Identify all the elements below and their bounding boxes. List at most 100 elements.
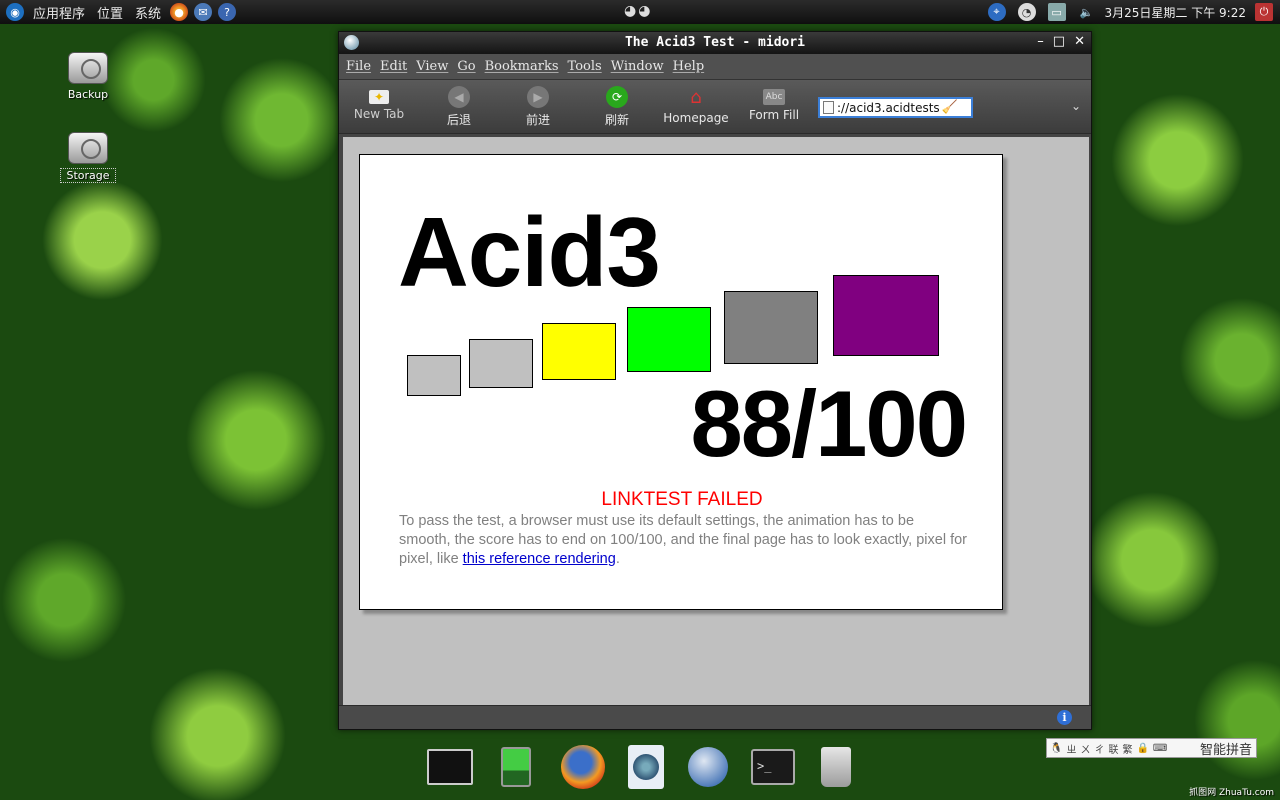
system-monitor-icon (427, 749, 473, 785)
system-menu[interactable]: 系统 (129, 0, 167, 24)
homepage-button[interactable]: ⌂ Homepage (660, 86, 732, 126)
window-title: The Acid3 Test - midori (624, 35, 805, 50)
places-menu[interactable]: 位置 (91, 0, 129, 24)
menu-bookmarks[interactable]: Bookmarks (485, 59, 559, 74)
bucket-1 (407, 355, 461, 396)
tray: ⌖ ◔ ▭ 🔈 3月25日星期二 下午 9:22 ⏻ (985, 0, 1280, 24)
menu-view[interactable]: View (416, 59, 448, 74)
url-bar[interactable]: ://acid3.acidtests 🧹 (818, 97, 973, 118)
info-icon[interactable]: i (1057, 710, 1072, 725)
form-fill-label: Form Fill (748, 108, 800, 122)
browser-window: The Acid3 Test - midori – □ ✕ File Edit … (338, 31, 1092, 730)
window-titlebar[interactable]: The Acid3 Test - midori – □ ✕ (339, 32, 1091, 54)
bucket-2 (469, 339, 533, 388)
volume-icon[interactable]: 🔈 (1078, 3, 1096, 21)
desktop-icon-backup[interactable]: Backup (60, 52, 116, 101)
input-method-bar: 🐧 ㄓ ㄨ ㄔ 联 繁 🔒 ⌨ 智能拼音 (1046, 738, 1257, 758)
refresh-icon: ⟳ (606, 86, 628, 108)
url-text[interactable]: ://acid3.acidtests (837, 101, 940, 115)
new-tab-button[interactable]: ✦ New Tab (343, 86, 415, 121)
battery-icon (501, 747, 531, 787)
toolbar-overflow-icon[interactable]: ⌄ (1071, 99, 1081, 113)
clock[interactable]: 3月25日星期二 下午 9:22 (1105, 4, 1246, 21)
score: 88/100 (690, 371, 968, 476)
dock: >_ (385, 736, 885, 800)
refresh-button[interactable]: ⟳ 刷新 (581, 86, 653, 128)
dock-power[interactable] (491, 742, 541, 792)
compass-icon[interactable]: ⌖ (987, 3, 1006, 21)
ime-item[interactable]: ㄔ (1094, 741, 1104, 756)
ime-item[interactable]: ㄨ (1080, 741, 1090, 756)
menu-help[interactable]: Help (673, 59, 705, 74)
acid3-title: Acid3 (398, 197, 661, 307)
dock-system-monitor[interactable] (425, 742, 475, 792)
ime-item[interactable]: 繁 (1122, 741, 1132, 756)
dock-midori[interactable] (621, 742, 671, 792)
desktop-icon-storage[interactable]: Storage (60, 132, 116, 183)
forward-button[interactable]: ▶ 前进 (502, 86, 574, 128)
toolbar: ✦ New Tab ◀ 后退 ▶ 前进 ⟳ 刷新 ⌂ Homepage Abc … (339, 80, 1091, 134)
dock-trash[interactable] (811, 742, 861, 792)
homepage-label: Homepage (663, 111, 729, 125)
dock-web-browser[interactable] (683, 742, 733, 792)
clock-applet-icon[interactable]: ◔ (1017, 3, 1036, 21)
bucket-4 (627, 307, 711, 372)
menu-tools[interactable]: Tools (568, 59, 602, 74)
statusbar: i (339, 705, 1091, 729)
reference-rendering-link[interactable]: this reference rendering (463, 551, 616, 567)
firefox-icon (561, 745, 605, 789)
back-label: 后退 (446, 113, 471, 127)
ime-item[interactable]: ㄓ (1066, 741, 1076, 756)
logout-icon[interactable]: ⏻ (1255, 3, 1273, 21)
network-icon[interactable]: ▭ (1047, 3, 1066, 21)
test-status: LINKTEST FAILED (601, 489, 763, 510)
ubuntu-logo-icon[interactable]: ◉ (6, 3, 24, 21)
menu-file[interactable]: File (346, 59, 371, 74)
trash-icon (821, 747, 851, 787)
drive-icon (68, 52, 108, 84)
watermark: 抓图网 ZhuaTu.com (1189, 788, 1274, 798)
lock-icon[interactable]: 🔒 (1136, 743, 1148, 754)
minimize-button[interactable]: – (1037, 34, 1044, 49)
top-panel: ◉ 应用程序 位置 系统 ● ✉ ? ◕◕ ⌖ ◔ ▭ 🔈 3月25日星期二 下… (0, 0, 1280, 24)
bucket-6 (833, 275, 939, 356)
back-arrow-icon: ◀ (448, 86, 470, 108)
web-content[interactable]: Acid3 88/100 LINKTEST FAILED To pass the… (343, 137, 1089, 705)
form-fill-button[interactable]: Abc Form Fill (738, 86, 810, 122)
ime-penguin-icon[interactable]: 🐧 (1050, 743, 1062, 754)
back-button[interactable]: ◀ 后退 (423, 86, 495, 128)
menu-edit[interactable]: Edit (380, 59, 407, 74)
bucket-5 (724, 291, 818, 364)
acid3-result-box: Acid3 88/100 LINKTEST FAILED To pass the… (359, 154, 1003, 610)
dock-terminal[interactable]: >_ (748, 742, 798, 792)
refresh-label: 刷新 (604, 113, 629, 127)
help-icon[interactable]: ? (218, 3, 237, 21)
applications-menu[interactable]: 应用程序 (27, 0, 91, 24)
keyboard-icon[interactable]: ⌨ (1153, 743, 1167, 754)
menubar: File Edit View Go Bookmarks Tools Window… (339, 54, 1091, 80)
new-tab-icon: ✦ (369, 90, 389, 104)
forward-arrow-icon: ▶ (527, 86, 549, 108)
maximize-button[interactable]: □ (1053, 34, 1065, 49)
dock-firefox[interactable] (558, 742, 608, 792)
xeyes-applet-icon: ◕◕ (624, 3, 653, 19)
ime-name[interactable]: 智能拼音 (1200, 739, 1256, 758)
forward-label: 前进 (525, 113, 550, 127)
menu-go[interactable]: Go (457, 59, 475, 74)
firefox-launcher-icon[interactable]: ● (170, 3, 189, 21)
mail-launcher-icon[interactable]: ✉ (194, 3, 213, 21)
new-tab-label: New Tab (353, 107, 405, 121)
home-icon: ⌂ (690, 86, 702, 108)
clear-url-icon[interactable]: 🧹 (942, 100, 958, 115)
terminal-icon: >_ (751, 749, 795, 785)
bucket-3 (542, 323, 616, 380)
menu-window[interactable]: Window (611, 59, 664, 74)
page-icon (823, 101, 834, 114)
desktop-icon-label: Storage (60, 168, 116, 183)
form-fill-icon: Abc (763, 89, 785, 105)
desktop-icon-label: Backup (67, 88, 109, 101)
midori-icon (628, 745, 664, 789)
close-button[interactable]: ✕ (1074, 34, 1085, 49)
ime-item[interactable]: 联 (1108, 741, 1118, 756)
globe-icon (688, 747, 728, 787)
